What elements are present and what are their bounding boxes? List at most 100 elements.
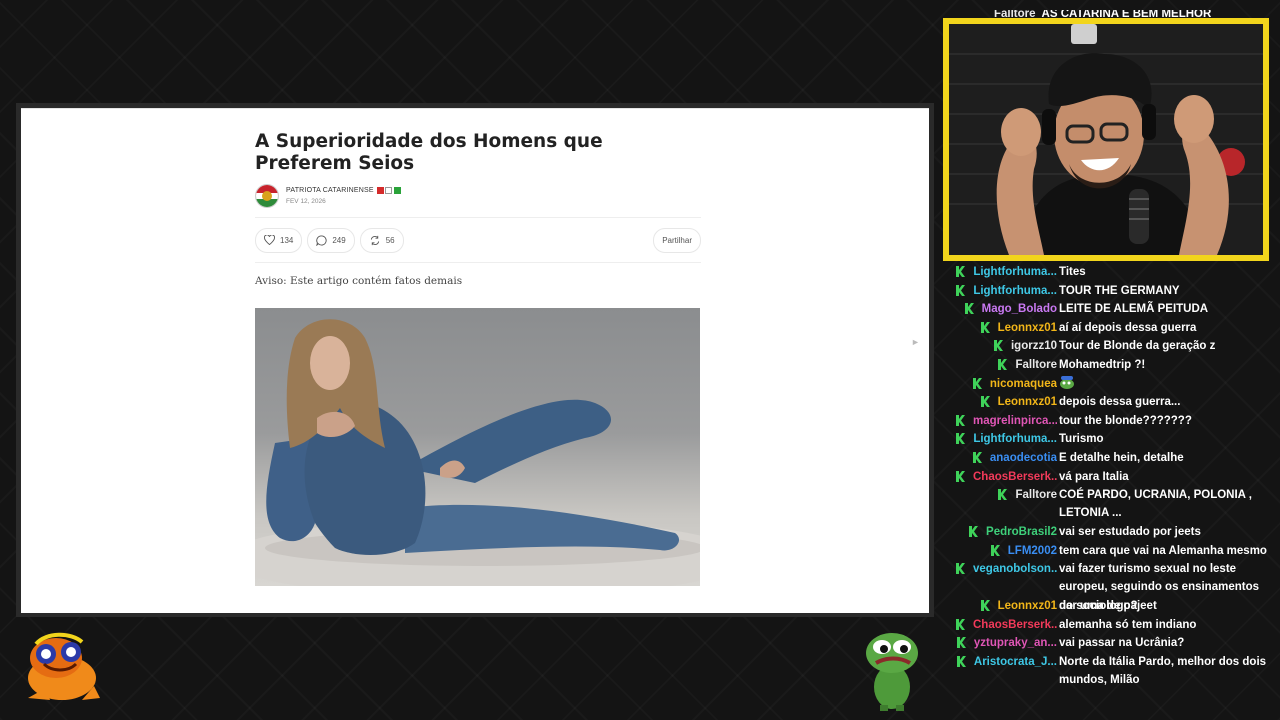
chat-username[interactable]: Lightforhuma... [973, 263, 1057, 281]
chat-message-text: vai passar na Ucrânia? [1059, 637, 1185, 650]
chat-badge-icon [969, 526, 979, 537]
restack-icon [370, 235, 379, 245]
chat-username[interactable]: ChaosBerserk... [973, 468, 1057, 486]
chat-username[interactable]: Lightforhuma... [973, 282, 1057, 300]
chat-username[interactable]: ChaosBerserk... [973, 616, 1057, 634]
chat-badge-icon [980, 600, 990, 611]
chat-badge-icon [972, 377, 982, 389]
chat-message: Aristocrata_J... Norte da Itália Pardo, m… [945, 653, 1275, 689]
chat-username[interactable]: Falltore [1015, 356, 1057, 374]
chat-badge-icon [998, 359, 1008, 370]
chat-message-text: Tour de Blonde da geração z [1059, 340, 1216, 353]
chat-message: Leonnxz01 depois dessa guerra... [945, 393, 1275, 411]
chat-username[interactable]: Leonnxz01 [998, 319, 1057, 337]
chat-username[interactable]: Leonnxz01 [998, 597, 1057, 615]
chat-badge-icon [964, 303, 974, 315]
chat-message: LFM2002 tem cara que vai na Alemanha mesm… [945, 542, 1275, 560]
author-avatar[interactable] [255, 184, 279, 208]
pepe-hat-emote [1059, 375, 1075, 389]
chat-username[interactable]: magrelinpirca... [973, 412, 1057, 430]
chat-panel: Lightforhuma... Tites Lightforhuma... TOUR … [945, 263, 1280, 720]
chat-message: magrelinpirca... tour the blonde??????? [945, 412, 1275, 430]
chat-badge-icon [993, 340, 1003, 352]
chat-badge-icon [956, 470, 965, 482]
chat-message-text: Norte da Itália Pardo, melhor dos dois m… [1059, 655, 1267, 686]
chat-username[interactable]: nicomaquea [990, 375, 1057, 393]
chat-badge-icon [956, 655, 966, 667]
flag-green-square [393, 187, 401, 194]
chat-message: Falltore Mohamedtrip ?! [945, 356, 1275, 374]
chat-message: Leonnxz01 aí aí depois dessa guerra [945, 319, 1275, 337]
browser-capture-panel: A Superioridade dos Homens que Preferem … [16, 103, 934, 617]
chat-username[interactable]: igorzz10 [1011, 337, 1057, 355]
share-button[interactable]: Partilhar [653, 227, 701, 253]
chat-message-text: E detalhe hein, detalhe [1059, 452, 1184, 464]
chat-username[interactable]: Aristocrata_J... [974, 653, 1057, 671]
comment-button[interactable]: 249 [307, 227, 355, 253]
chat-badge-icon [990, 544, 1000, 556]
chat-message-text: Turismo [1059, 433, 1104, 446]
chat-message: Falltore COÉ PARDO, UCRANIA, POLONIA , LE… [945, 486, 1275, 522]
chat-username[interactable]: anaodecotia [990, 449, 1057, 467]
chat-message: Leonnxz01 dar uma de pajeet [945, 597, 1275, 615]
chat-message: PedroBrasil2 vai ser estudado por jeets [945, 523, 1275, 541]
byline: PATRIOTA CATARINENSE FEV 12, 2026 [255, 184, 701, 208]
mouse-cursor: ► [911, 337, 920, 347]
chat-message-text: Tites [1059, 266, 1086, 278]
chat-message: Lightforhuma... TOUR THE GERMANY [945, 282, 1275, 300]
pepe-emote-icon [866, 633, 918, 711]
article-title: A Superioridade dos Homens que Preferem … [255, 131, 603, 174]
chat-badge-icon [980, 321, 990, 333]
chat-badge-icon [956, 637, 966, 649]
article-column: A Superioridade dos Homens que Preferem … [255, 109, 701, 586]
chat-message: nicomaquea [945, 375, 1275, 393]
chat-badge-icon [956, 414, 965, 426]
chat-badge-icon [956, 266, 966, 277]
webcam-frame [943, 18, 1269, 261]
chat-username[interactable]: Mago_Bolado [982, 300, 1057, 318]
chat-badge-icon [956, 284, 966, 296]
chat-message-text: vá para Italia [1059, 470, 1129, 483]
publish-date: FEV 12, 2026 [286, 198, 326, 205]
chat-username[interactable]: LFM2002 [1008, 542, 1057, 560]
engagement-bar: 134 249 56 Partilhar [255, 218, 701, 262]
chat-message: anaodecotia E detalhe hein, detalhe [945, 449, 1275, 467]
chat-username[interactable]: Leonnxz01 [998, 393, 1057, 411]
article-notice: Aviso: Este artigo contém fatos demais [255, 275, 463, 287]
chat-message: yztupraky_an... vai passar na Ucrânia? [945, 634, 1275, 652]
like-button[interactable]: 134 [255, 227, 303, 253]
chat-message-text: Mohamedtrip ?! [1059, 359, 1146, 371]
chat-message-text: COÉ PARDO, UCRANIA, POLONIA , LETONIA ..… [1059, 489, 1252, 520]
chat-message: ChaosBerserk... vá para Italia [945, 468, 1275, 486]
chat-username[interactable]: PedroBrasil2 [986, 523, 1057, 541]
chat-message-text: tour the blonde??????? [1059, 414, 1192, 427]
chat-message-text: aí aí depois dessa guerra [1059, 321, 1197, 334]
chat-username[interactable]: Falltore [1015, 486, 1057, 504]
author-name[interactable]: PATRIOTA CATARINENSE [286, 187, 374, 194]
comment-count: 249 [332, 235, 346, 245]
chat-badge-icon [956, 433, 966, 445]
restack-count: 56 [385, 235, 395, 245]
restack-button[interactable]: 56 [359, 227, 404, 253]
comment-icon [316, 234, 327, 246]
chat-message-text: LEITE DE ALEMÃ PEITUDA [1059, 303, 1209, 316]
chat-message-text: depois dessa guerra... [1059, 396, 1181, 409]
chat-username[interactable]: veganobolson... [973, 560, 1057, 578]
chat-message-text [1057, 375, 1274, 393]
article-hero-image [255, 308, 700, 586]
heart-icon [264, 235, 275, 245]
chat-message: Mago_Bolado LEITE DE ALEMÃ PEITUDA [945, 300, 1275, 318]
chat-message: Lightforhuma... Turismo [945, 430, 1275, 448]
streamer-mascot-icon [28, 632, 100, 700]
chat-message: Lightforhuma... Tites [945, 263, 1275, 281]
chat-username[interactable]: yztupraky_an... [974, 634, 1057, 652]
chat-message-text: vai ser estudado por jeets [1059, 526, 1201, 538]
article-page: A Superioridade dos Homens que Preferem … [21, 108, 929, 613]
chat-message-text: alemanha só tem indiano [1059, 618, 1197, 631]
like-count: 134 [280, 235, 294, 245]
chat-username[interactable]: Lightforhuma... [973, 430, 1057, 448]
chat-message: ChaosBerserk... alemanha só tem indiano [945, 616, 1275, 634]
flag-white-square [385, 187, 393, 194]
divider [255, 262, 701, 263]
chat-message: igorzz10 Tour de Blonde da geração z [945, 337, 1275, 355]
